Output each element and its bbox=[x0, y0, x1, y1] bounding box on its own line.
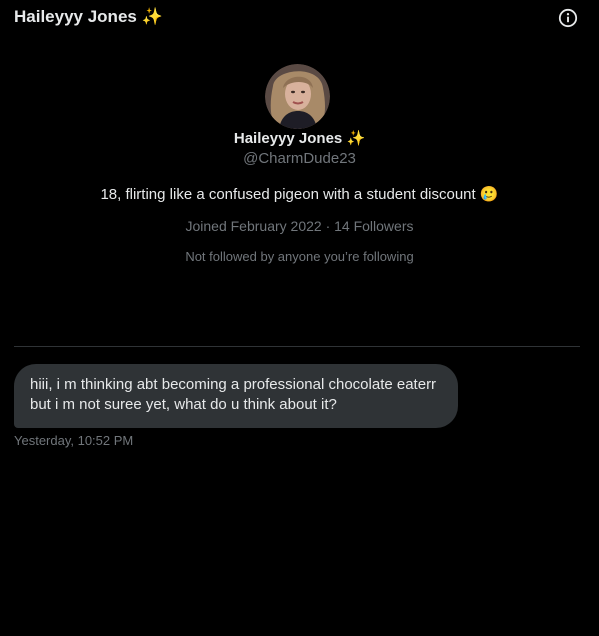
conversation-title: Haileyyy Jones ✨ bbox=[14, 7, 163, 26]
info-button[interactable] bbox=[558, 8, 578, 28]
profile-join-followers: Joined February 2022 · 14 Followers bbox=[185, 218, 414, 234]
message-text: hiii, i m thinking abt becoming a profes… bbox=[30, 376, 437, 413]
info-circle-icon bbox=[558, 8, 578, 28]
profile-handle[interactable]: @CharmDude23 bbox=[0, 150, 599, 167]
profile-bio: 18, flirting like a confused pigeon with… bbox=[100, 186, 499, 203]
profile-name[interactable]: Haileyyy Jones ✨ bbox=[0, 129, 599, 147]
profile-photo-avatar bbox=[265, 64, 330, 129]
avatar[interactable] bbox=[265, 64, 330, 129]
divider bbox=[14, 346, 580, 347]
message-timestamp: Yesterday, 10:52 PM bbox=[14, 433, 134, 448]
message-bubble[interactable]: hiii, i m thinking abt becoming a profes… bbox=[14, 364, 458, 428]
follow-context: Not followed by anyone you’re following bbox=[185, 249, 414, 264]
conversation-header: Haileyyy Jones ✨ bbox=[0, 0, 599, 36]
